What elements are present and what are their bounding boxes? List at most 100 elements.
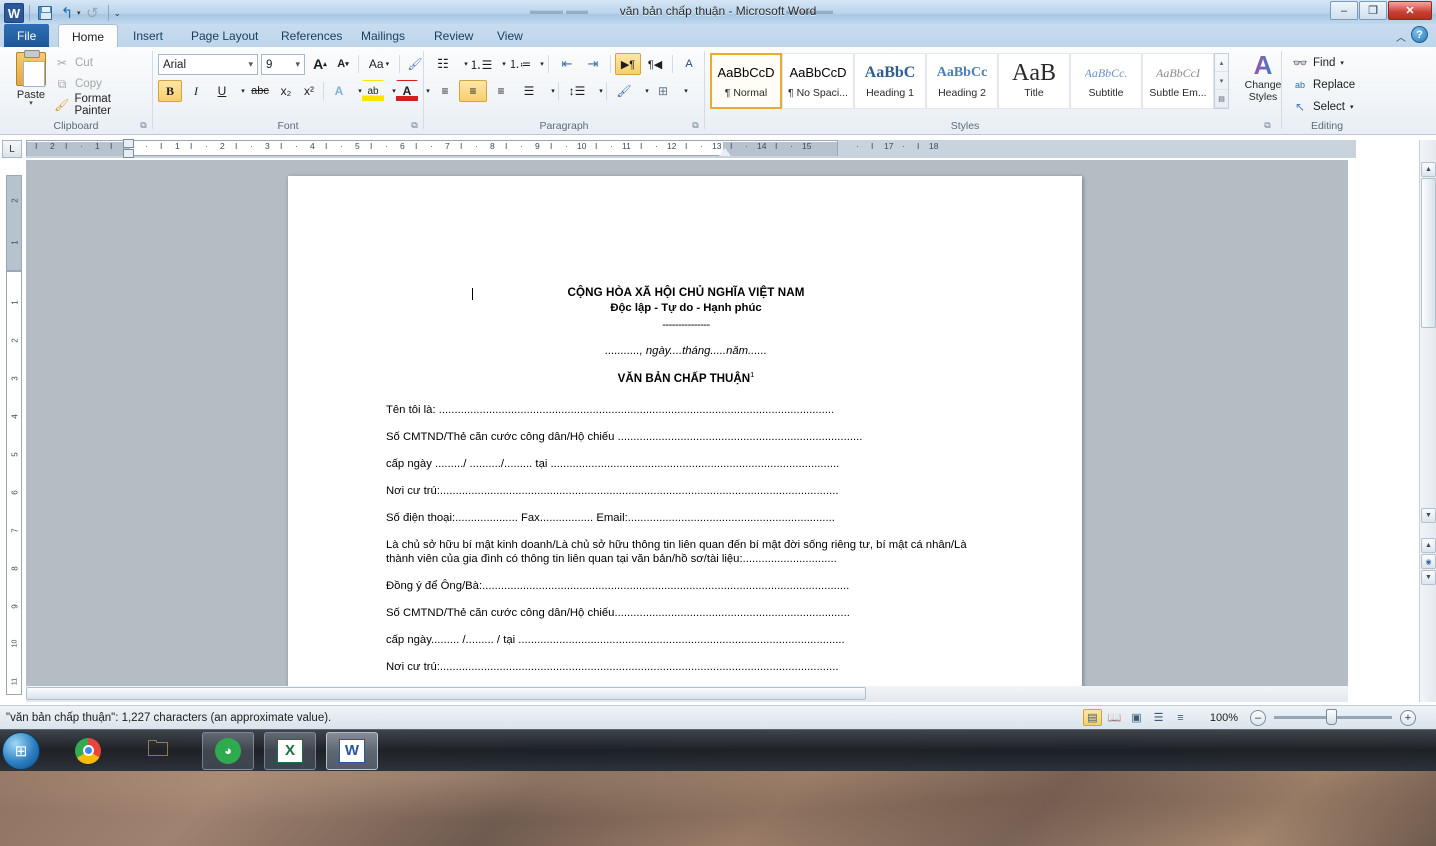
style-no-spacing[interactable]: AaBbCcD ¶ No Spaci... [782, 53, 854, 109]
outline-view-button[interactable]: ☰ [1149, 709, 1168, 726]
minimize-ribbon-icon[interactable]: ︿ [1396, 29, 1406, 44]
zoom-out-button[interactable]: – [1250, 709, 1266, 726]
horizontal-scrollbar[interactable] [26, 686, 1348, 702]
next-page-button[interactable]: ▼ [1421, 570, 1436, 585]
borders-button[interactable]: ⊞ [650, 80, 676, 102]
right-indent-marker[interactable] [719, 148, 731, 156]
browse-object-button[interactable]: ◉ [1421, 554, 1436, 569]
ltr-text-direction-button[interactable]: ▶¶ [615, 53, 641, 75]
taskbar-item-word[interactable]: W [326, 731, 378, 770]
shading-button[interactable]: 🖌 [611, 80, 637, 102]
font-dialog-launcher-icon[interactable]: ⧉ [409, 120, 420, 131]
select-dropdown-icon[interactable]: ▾ [1350, 103, 1354, 111]
paste-dropdown-icon[interactable]: ▾ [29, 100, 33, 107]
italic-button[interactable]: I [184, 80, 208, 102]
taskbar-item-chrome[interactable] [62, 732, 114, 770]
taskbar-item-file-explorer[interactable]: 🗀 [132, 732, 184, 770]
tab-view[interactable]: View [484, 24, 536, 48]
font-name-dropdown-icon[interactable]: ▾ [248, 59, 253, 70]
paragraph-dialog-launcher-icon[interactable]: ⧉ [690, 120, 701, 131]
font-size-dropdown-icon[interactable]: ▾ [295, 59, 300, 70]
text-effects-button[interactable]: A [328, 80, 350, 102]
cut-button[interactable]: ✂ Cut [50, 53, 97, 73]
horizontal-scroll-thumb[interactable] [26, 687, 866, 700]
vertical-scroll-thumb[interactable] [1421, 178, 1436, 328]
zoom-slider-track[interactable] [1274, 709, 1392, 725]
justify-dropdown-icon[interactable]: ▾ [542, 80, 564, 102]
scroll-down-button[interactable]: ▼ [1421, 508, 1436, 523]
line-spacing-dropdown-icon[interactable]: ▾ [590, 80, 612, 102]
zoom-level-label[interactable]: 100% [1210, 712, 1238, 724]
increase-indent-button[interactable]: ⇥ [580, 53, 606, 75]
taskbar-item-excel[interactable]: X [264, 731, 316, 770]
style-heading-1[interactable]: AaBbC Heading 1 [854, 53, 926, 109]
align-center-button[interactable]: ≡ [459, 80, 487, 102]
justify-button[interactable]: ☰ [515, 80, 543, 102]
superscript-button[interactable]: x² [298, 80, 320, 102]
style-subtitle[interactable]: AaBbCc. Subtitle [1070, 53, 1142, 109]
draft-view-button[interactable]: ≡ [1171, 709, 1190, 726]
borders-dropdown-icon[interactable]: ▾ [675, 80, 697, 102]
document-text-area[interactable]: CỘNG HÒA XÃ HỘI CHỦ NGHĨA VIỆT NAM Độc l… [386, 286, 986, 702]
sort-button[interactable]: A [677, 53, 701, 75]
tab-file[interactable]: File [4, 24, 50, 48]
previous-page-button[interactable]: ▲ [1421, 538, 1436, 553]
tab-stop-selector[interactable]: L [2, 140, 22, 158]
multilevel-list-button[interactable]: ⒈≔ [507, 53, 533, 75]
shrink-font-button[interactable]: A ▾ [332, 53, 354, 75]
find-button[interactable]: 👓 Find ▾ [1288, 52, 1348, 73]
decrease-indent-button[interactable]: ⇤ [554, 53, 580, 75]
bullets-button[interactable]: ☷ [431, 53, 455, 75]
tab-review[interactable]: Review [421, 24, 486, 48]
style-title[interactable]: AaB Title [998, 53, 1070, 109]
font-name-input[interactable]: Arial ▾ [158, 54, 258, 75]
rtl-text-direction-button[interactable]: ¶◀ [642, 53, 668, 75]
tab-page-layout[interactable]: Page Layout [178, 24, 271, 48]
underline-button[interactable]: U [210, 80, 234, 102]
select-button[interactable]: ↖ Select ▾ [1288, 96, 1357, 117]
first-line-indent-marker[interactable] [123, 139, 134, 148]
vertical-scrollbar[interactable]: ▲ ▼ ▲ ◉ ▼ [1419, 140, 1436, 702]
tab-mailings[interactable]: Mailings [348, 24, 418, 48]
line-spacing-button[interactable]: ↕☰ [563, 80, 591, 102]
subscript-button[interactable]: x₂ [275, 80, 297, 102]
bold-button[interactable]: B [158, 80, 182, 102]
clipboard-dialog-launcher-icon[interactable]: ⧉ [138, 120, 149, 131]
help-button[interactable]: ? [1411, 26, 1428, 43]
tab-references[interactable]: References [268, 24, 355, 48]
highlight-button[interactable]: ab [362, 80, 384, 102]
find-dropdown-icon[interactable]: ▾ [1340, 59, 1344, 67]
horizontal-ruler[interactable]: I 2 I · 1 I · I 1 I · 2 I · 3 I · 4 I · 5 I · 6… [26, 139, 1356, 158]
font-size-input[interactable]: 9 ▾ [261, 54, 305, 75]
scroll-up-button[interactable]: ▲ [1421, 162, 1436, 177]
hanging-indent-marker[interactable] [123, 149, 134, 158]
style-subtle-emphasis[interactable]: AaBbCcI Subtle Em... [1142, 53, 1214, 109]
style-normal[interactable]: AaBbCcD ¶ Normal [710, 53, 782, 109]
tab-home[interactable]: Home [58, 24, 119, 48]
numbering-button[interactable]: ⒈☰ [469, 53, 493, 75]
replace-button[interactable]: ab Replace [1288, 74, 1359, 95]
paste-button[interactable]: Paste ▾ [8, 50, 54, 118]
styles-more-icon[interactable]: ▤ [1215, 90, 1228, 108]
grow-font-button[interactable]: A ▴ [309, 53, 331, 75]
format-painter-button[interactable]: 🖌 Format Painter [50, 93, 152, 117]
tab-insert[interactable]: Insert [120, 24, 176, 48]
full-screen-reading-view-button[interactable]: 📖 [1105, 709, 1124, 726]
minimize-button[interactable]: – [1330, 1, 1358, 20]
styles-dialog-launcher-icon[interactable]: ⧉ [1262, 120, 1273, 131]
styles-gallery-scroll[interactable]: ▴ ▾ ▤ [1214, 53, 1229, 109]
strikethrough-button[interactable]: abc [246, 80, 274, 102]
print-layout-view-button[interactable]: ▤ [1083, 709, 1102, 726]
font-color-button[interactable]: A [396, 80, 418, 102]
document-canvas[interactable]: CỘNG HÒA XÃ HỘI CHỦ NGHĨA VIỆT NAM Độc l… [26, 160, 1348, 702]
multilevel-dropdown-icon[interactable]: ▾ [531, 53, 553, 75]
styles-scroll-down-icon[interactable]: ▾ [1215, 72, 1228, 90]
document-page[interactable]: CỘNG HÒA XÃ HỘI CHỦ NGHĨA VIỆT NAM Độc l… [288, 176, 1082, 702]
align-left-button[interactable]: ≡ [431, 80, 459, 102]
restore-button[interactable]: ❐ [1359, 1, 1387, 20]
copy-button[interactable]: ⧉ Copy [50, 74, 106, 94]
change-case-button[interactable]: Aa ▾ [363, 53, 395, 75]
style-heading-2[interactable]: AaBbCc Heading 2 [926, 53, 998, 109]
start-button[interactable]: ⊞ [2, 731, 40, 770]
web-layout-view-button[interactable]: ▣ [1127, 709, 1146, 726]
